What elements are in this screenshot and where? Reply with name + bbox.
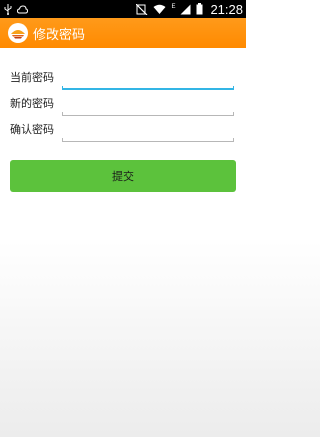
confirm-password-row: 确认密码	[0, 117, 246, 143]
current-password-input[interactable]	[62, 67, 234, 87]
submit-button[interactable]: 提交	[10, 160, 236, 192]
current-password-underline	[62, 86, 234, 90]
battery-icon	[196, 3, 203, 15]
usb-icon	[4, 3, 12, 15]
status-bar: E 21:28	[0, 0, 246, 18]
current-password-label: 当前密码	[10, 71, 54, 84]
status-clock: 21:28	[210, 1, 243, 17]
current-password-row: 当前密码	[0, 65, 246, 91]
confirm-password-input[interactable]	[62, 119, 234, 139]
app-logo-icon[interactable]	[8, 23, 28, 43]
new-password-row: 新的密码	[0, 91, 246, 117]
network-type-label: E	[171, 3, 176, 10]
signal-icon	[180, 4, 191, 15]
status-left-icons	[4, 3, 28, 15]
wifi-icon	[153, 4, 166, 15]
confirm-password-underline	[62, 138, 234, 142]
mute-icon	[136, 3, 148, 15]
cloud-icon	[17, 4, 28, 14]
new-password-underline	[62, 112, 234, 116]
confirm-password-label: 确认密码	[10, 123, 54, 136]
new-password-label: 新的密码	[10, 97, 54, 110]
status-right-icons: E 21:28	[136, 2, 243, 17]
new-password-input[interactable]	[62, 93, 234, 113]
action-bar: 修改密码	[0, 18, 246, 48]
page-title: 修改密码	[33, 27, 86, 43]
